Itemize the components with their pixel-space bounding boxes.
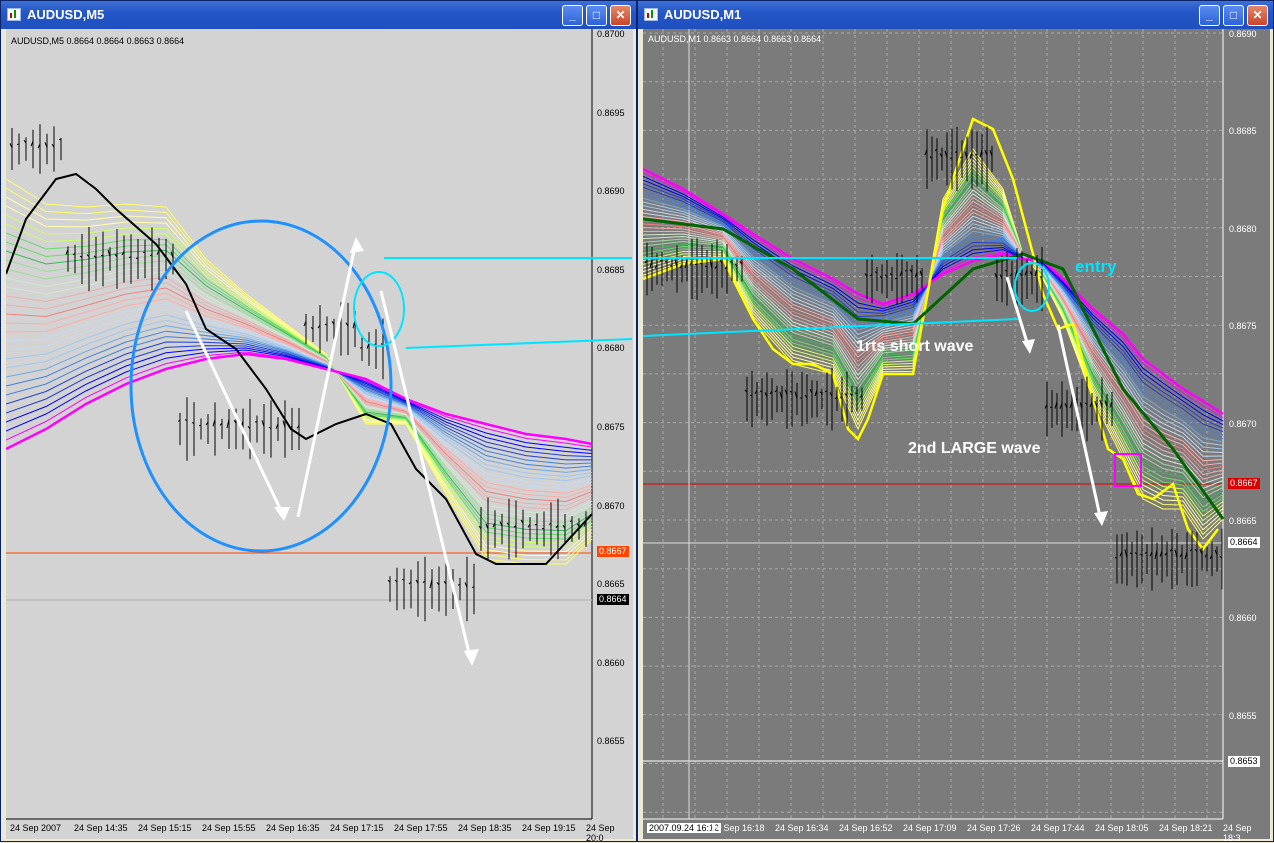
ema-ribbon-line xyxy=(643,195,1223,439)
close-button[interactable]: ✕ xyxy=(1247,5,1268,26)
current-price-label: 0.8667 xyxy=(1228,478,1260,489)
symbol-info-line: AUDUSD,M5 0.8664 0.8664 0.8663 0.8664 xyxy=(11,36,184,46)
entry-connector-line xyxy=(643,319,1018,336)
ema-ribbon-line xyxy=(6,261,592,522)
chart-window-m1[interactable]: AUDUSD,M1 _ □ ✕ AUDUSD,M1 0.8663 0.8664 … xyxy=(637,0,1274,842)
low-price-label: 0.8653 xyxy=(1228,756,1260,767)
chart-window-m5[interactable]: AUDUSD,M5 _ □ ✕ AUDUSD,M5 0.8664 0.8664 … xyxy=(0,0,637,842)
large-wave-annotation: 2nd LARGE wave xyxy=(908,440,1040,458)
title-bar[interactable]: AUDUSD,M5 _ □ ✕ xyxy=(1,1,636,29)
window-title: AUDUSD,M1 xyxy=(664,7,741,22)
ema-ribbon-line xyxy=(643,173,1223,418)
entry-annotation: entry xyxy=(1075,257,1117,277)
ema-ribbon-line xyxy=(6,288,592,502)
price-chart[interactable]: AUDUSD,M1 0.8663 0.8664 0.8663 0.8664 0.… xyxy=(643,29,1270,839)
time-tick-label: 24 Sep 17:26 xyxy=(967,823,1021,833)
arrow-head xyxy=(1094,511,1108,526)
price-tick-label: 0.8660 xyxy=(1229,613,1257,623)
ema-ribbon-line xyxy=(643,176,1223,421)
price-tick-label: 0.8675 xyxy=(1229,321,1257,331)
price-tick-label: 0.8675 xyxy=(597,422,625,432)
wave-arrow xyxy=(1007,277,1029,349)
chart-icon xyxy=(7,8,21,21)
ema-ribbon-line xyxy=(6,197,592,556)
bid-price-label: 0.8664 xyxy=(597,594,629,605)
chart-icon xyxy=(644,8,658,21)
time-tick-label: 24 Sep 18:05 xyxy=(1095,823,1149,833)
time-tick-label: 24 Sep 19:15 xyxy=(522,823,576,833)
time-tick-label: 24 Sep 20:0 xyxy=(586,823,633,843)
arrow-head xyxy=(1022,339,1035,354)
price-tick-label: 0.8670 xyxy=(1229,419,1257,429)
price-tick-label: 0.8685 xyxy=(1229,126,1257,136)
price-tick-label: 0.8680 xyxy=(597,343,625,353)
ema-ribbon-line xyxy=(6,293,592,497)
ema-ribbon-line xyxy=(6,250,592,530)
ohlc-bar xyxy=(700,263,702,264)
arrow-head xyxy=(464,649,479,666)
time-tick-label: 24 Sep 17:09 xyxy=(903,823,957,833)
time-tick-label: 24 Sep 15:15 xyxy=(138,823,192,833)
ema-ribbon-line xyxy=(643,180,1223,425)
time-tick-label: 24 Sep 14:35 xyxy=(74,823,128,833)
ema-ribbon-line xyxy=(6,304,592,489)
price-tick-label: 0.8655 xyxy=(597,736,625,746)
chart-canvas[interactable] xyxy=(6,29,633,839)
price-tick-label: 0.8660 xyxy=(597,658,625,668)
arrow-head xyxy=(350,237,364,253)
window-title: AUDUSD,M5 xyxy=(27,7,104,22)
price-chart[interactable]: AUDUSD,M5 0.8664 0.8664 0.8663 0.8664 0.… xyxy=(6,29,633,839)
close-button[interactable]: ✕ xyxy=(610,5,631,26)
time-tick-label: 24 Sep 2007 xyxy=(10,823,61,833)
price-tick-label: 0.8685 xyxy=(597,265,625,275)
bid-price-label: 0.8664 xyxy=(1228,537,1260,548)
time-tick-label: 24 Sep 16:35 xyxy=(266,823,320,833)
time-tick-label: 24 Sep 17:44 xyxy=(1031,823,1085,833)
price-tick-label: 0.8680 xyxy=(1229,224,1257,234)
title-bar[interactable]: AUDUSD,M1 _ □ ✕ xyxy=(638,1,1273,29)
time-tick-label: 24 Sep 17:55 xyxy=(394,823,448,833)
ema-ribbon-line xyxy=(6,266,592,518)
ohlc-bar xyxy=(17,144,19,145)
time-tick-label: 24 Sep 16:18 xyxy=(711,823,765,833)
maximize-button[interactable]: □ xyxy=(1223,5,1244,26)
time-tick-label: 24 Sep 17:15 xyxy=(330,823,384,833)
time-tick-label: 24 Sep 16:52 xyxy=(839,823,893,833)
maximize-button[interactable]: □ xyxy=(586,5,607,26)
ohlc-bar xyxy=(800,398,802,399)
time-tick-label: 2007.09.24 16:12 xyxy=(647,823,721,833)
price-tick-label: 0.8665 xyxy=(1229,516,1257,526)
price-tick-label: 0.8655 xyxy=(1229,711,1257,721)
current-price-label: 0.8667 xyxy=(597,546,629,557)
time-tick-label: 24 Sep 15:55 xyxy=(202,823,256,833)
price-tick-label: 0.8700 xyxy=(597,29,625,39)
price-tick-label: 0.8670 xyxy=(597,501,625,511)
ema-ribbon-line xyxy=(6,233,592,539)
entry-circle xyxy=(354,272,404,346)
minimize-button[interactable]: _ xyxy=(1199,5,1220,26)
arrow-head xyxy=(274,507,290,521)
short-wave-annotation: 1rts short wave xyxy=(856,338,973,356)
time-tick-label: 24 Sep 16:34 xyxy=(775,823,829,833)
minimize-button[interactable]: _ xyxy=(562,5,583,26)
price-tick-label: 0.8690 xyxy=(1229,29,1257,39)
chart-canvas[interactable] xyxy=(643,29,1270,839)
time-tick-label: 24 Sep 18:3 xyxy=(1223,823,1270,843)
ohlc-bar xyxy=(325,324,327,325)
price-tick-label: 0.8695 xyxy=(597,108,625,118)
time-tick-label: 24 Sep 18:35 xyxy=(458,823,512,833)
symbol-info-line: AUDUSD,M1 0.8663 0.8664 0.8663 0.8664 xyxy=(648,34,821,44)
price-tick-label: 0.8690 xyxy=(597,186,625,196)
time-tick-label: 24 Sep 18:21 xyxy=(1159,823,1213,833)
ohlc-bar xyxy=(185,420,187,421)
price-tick-label: 0.8665 xyxy=(597,579,625,589)
